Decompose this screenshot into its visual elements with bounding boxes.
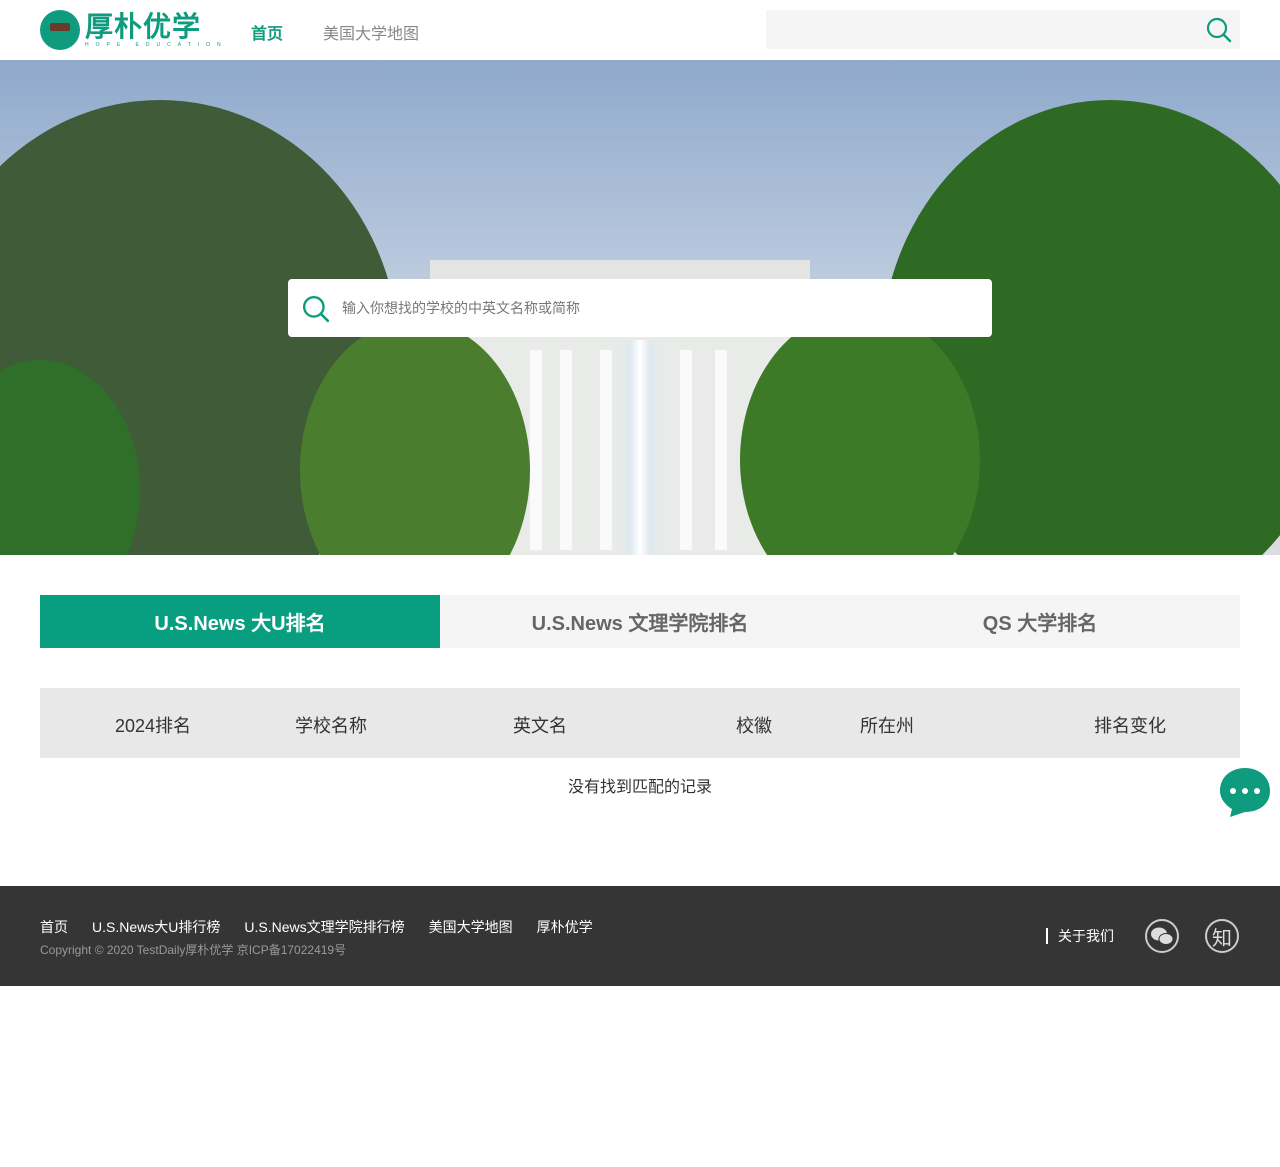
hero-search [288,279,992,337]
logo-text: 厚朴优学 [85,11,202,42]
column-english-name[interactable]: 英文名 [513,712,567,738]
column-rank-change[interactable]: 排名变化 [1094,712,1166,738]
logo-icon [40,10,80,50]
chat-icon [1220,768,1270,817]
tab-usnews-liberal-arts[interactable]: U.S.News 文理学院排名 [440,595,840,648]
column-school-name[interactable]: 学校名称 [295,712,367,738]
logo[interactable]: 厚朴优学 HOPE EDUCATION [40,10,228,50]
search-icon[interactable] [302,295,330,323]
nav-home[interactable]: 首页 [251,20,283,44]
tab-qs-ranking[interactable]: QS 大学排名 [840,595,1240,648]
copyright: Copyright © 2020 TestDaily厚朴优学 京ICP备1702… [40,943,347,957]
footer: 首页 U.S.News大U排行榜 U.S.News文理学院排行榜 美国大学地图 … [0,886,1280,986]
empty-message: 没有找到匹配的记录 [567,779,712,796]
column-rank[interactable]: 2024排名 [115,712,191,738]
footer-link-home[interactable]: 首页 [40,917,68,937]
tab-usnews-university[interactable]: U.S.News 大U排名 [40,595,440,648]
footer-link-usnews-liberal-arts[interactable]: U.S.News文理学院排行榜 [244,917,404,937]
search-icon[interactable] [1206,17,1232,43]
table-header: 2024排名 学校名称 英文名 校徽 所在州 排名变化 [40,688,1240,758]
nav-us-map[interactable]: 美国大学地图 [323,20,419,44]
header: 厚朴优学 HOPE EDUCATION 首页 美国大学地图 [0,0,1280,60]
chat-button[interactable] [1220,767,1272,824]
footer-link-usnews-university[interactable]: U.S.News大U排行榜 [92,917,220,937]
footer-link-us-map[interactable]: 美国大学地图 [429,917,513,937]
about-us-link[interactable]: 关于我们 [1046,928,1114,944]
footer-link-hope[interactable]: 厚朴优学 [537,917,593,937]
column-emblem[interactable]: 校徽 [736,712,772,738]
zhihu-icon[interactable]: 知 [1205,919,1239,953]
logo-subtext: HOPE EDUCATION [85,42,228,48]
header-search-input[interactable] [766,10,1240,49]
wechat-icon[interactable] [1145,919,1179,953]
ranking-tabs: U.S.News 大U排名 U.S.News 文理学院排名 QS 大学排名 [40,595,1240,648]
column-state[interactable]: 所在州 [860,712,914,738]
school-search-input[interactable] [342,279,962,337]
hero-banner [0,60,1280,555]
main-nav: 首页 美国大学地图 [251,20,419,44]
